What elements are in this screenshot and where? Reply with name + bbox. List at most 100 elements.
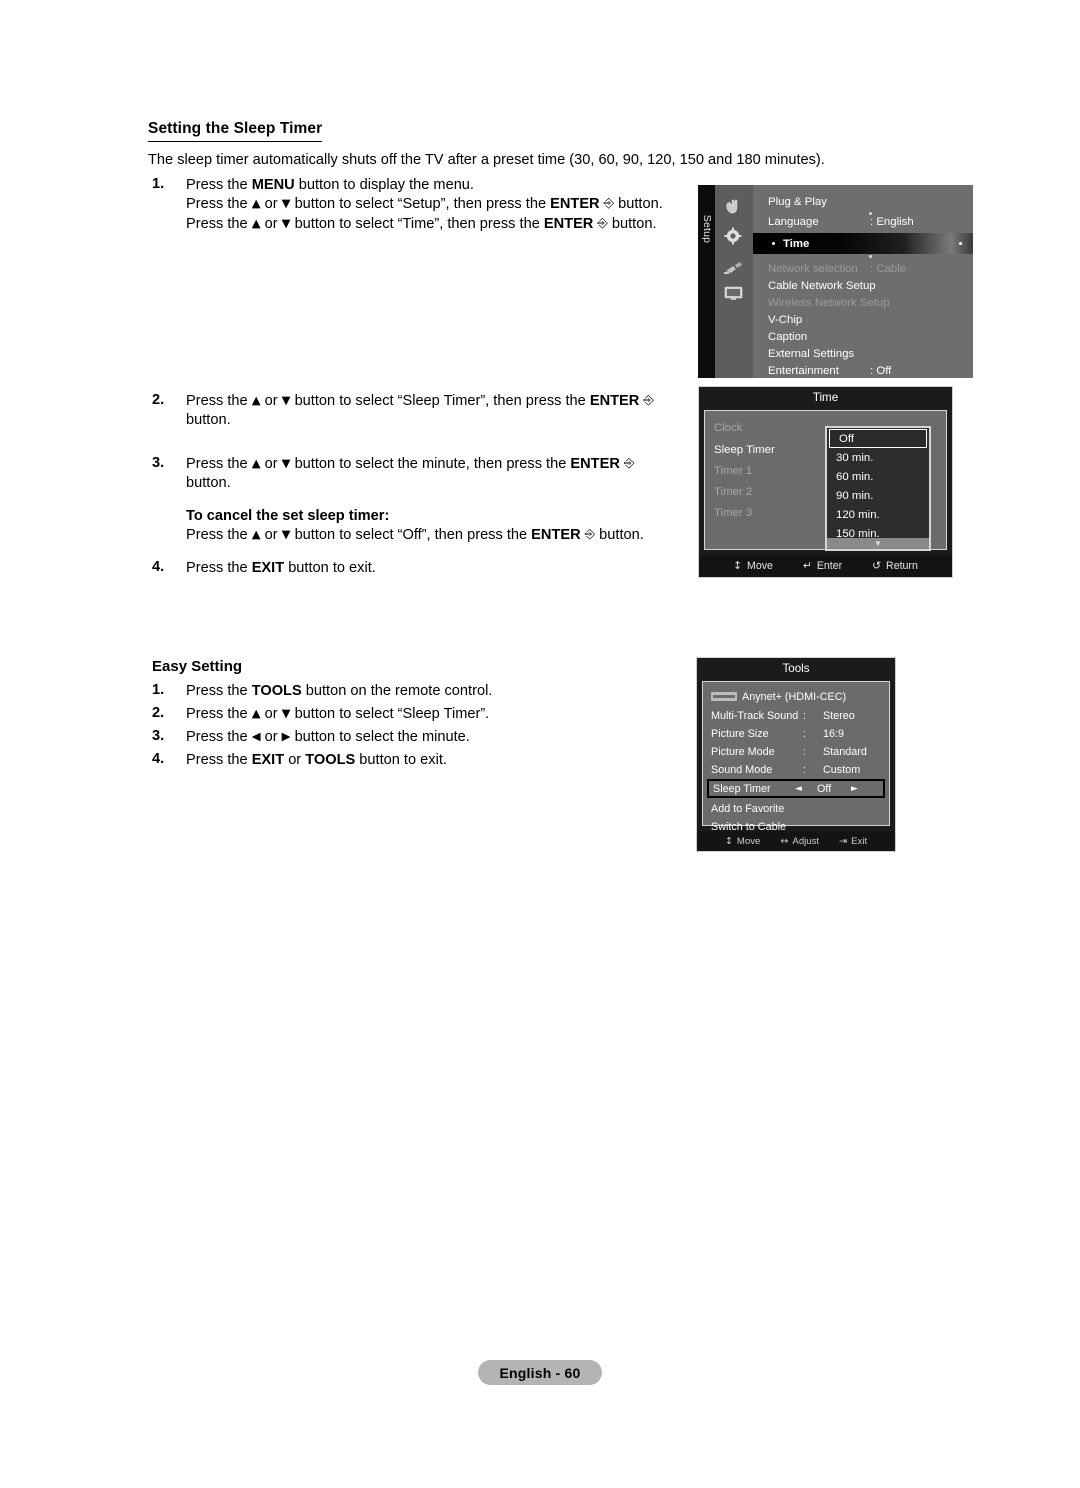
- setup-item-value: : Cable: [870, 262, 907, 275]
- step-4-body: Press the EXIT button to exit.: [186, 559, 376, 578]
- arrow-right-icon[interactable]: ►: [851, 784, 858, 794]
- step-1-body: Press the MENU button to display the men…: [186, 176, 663, 234]
- setup-item-label: External Settings: [768, 347, 855, 360]
- time-item-timer-3[interactable]: Timer 3 :: [714, 504, 829, 521]
- tools-item-multi-track-sound[interactable]: Multi-Track Sound : Stereo: [711, 707, 883, 724]
- easy-step-2: 2. Press the ▲ or ▼ button to select “Sl…: [152, 705, 697, 724]
- easy-step-3-number: 3.: [152, 728, 165, 744]
- tools-item-colon: :: [803, 709, 806, 722]
- setup-item-label: Entertainment: [768, 364, 839, 377]
- time-item-sleep-timer[interactable]: Sleep Timer :: [714, 441, 829, 458]
- time-item-label: Timer 2: [714, 485, 753, 498]
- setup-item-label: Plug & Play: [768, 195, 827, 208]
- setup-item-external-settings[interactable]: External Settings: [753, 345, 973, 362]
- tools-item-picture-size[interactable]: Picture Size : 16:9: [711, 725, 883, 742]
- step-1: 1. Press the MENU button to display the …: [152, 176, 712, 234]
- easy-step-4-body: Press the EXIT or TOOLS button to exit.: [186, 752, 447, 768]
- easy-step-4: 4. Press the EXIT or TOOLS button to exi…: [152, 751, 697, 770]
- dropdown-option-120min[interactable]: 120 min.: [827, 505, 929, 524]
- step-3-line-2: button.: [186, 475, 231, 492]
- setup-item-time[interactable]: Time: [753, 233, 973, 254]
- tools-item-label: Picture Mode: [711, 745, 775, 758]
- leftright-arrow-icon: ↔: [780, 835, 789, 847]
- step-1-line-1: Press the MENU button to display the men…: [186, 177, 474, 193]
- tools-item-label: Sound Mode: [711, 763, 773, 776]
- footer-exit: ⇥ Exit: [839, 835, 868, 847]
- step-3-body: Press the ▲ or ▼ button to select the mi…: [186, 455, 644, 546]
- step-2: 2. Press the ▲ or ▼ button to select “Sl…: [152, 392, 697, 431]
- time-menu-screenshot: Time Clock : Sleep Timer : Timer 1 : Tim…: [698, 386, 953, 578]
- arrow-left-icon[interactable]: ◄: [795, 784, 802, 794]
- tools-menu-footer: ↕ Move ↔ Adjust ⇥ Exit: [697, 831, 895, 851]
- setup-item-label: Time: [783, 237, 810, 250]
- exit-icon: ⇥: [839, 835, 848, 847]
- step-3-number: 3.: [152, 455, 165, 471]
- sleep-timer-dropdown[interactable]: Off 30 min. 60 min. 90 min. 120 min. 150…: [825, 426, 931, 551]
- setup-item-entertainment[interactable]: Entertainment : Off: [753, 362, 973, 378]
- footer-return: ↺ Return: [872, 560, 918, 572]
- dropdown-option-90min[interactable]: 90 min.: [827, 486, 929, 505]
- time-item-label: Clock: [714, 421, 743, 434]
- dropdown-option-label: 90 min.: [836, 489, 874, 502]
- easy-step-3: 3. Press the ◀ or ▶ button to select the…: [152, 728, 697, 747]
- time-item-label: Timer 3: [714, 506, 753, 519]
- tools-item-add-to-favorite[interactable]: Add to Favorite: [711, 800, 883, 817]
- setup-menu-screenshot: Setup Plug & Play Language: English Tim…: [698, 185, 973, 378]
- tools-item-sleep-timer[interactable]: Sleep Timer ◄ Off ►: [707, 779, 885, 798]
- selection-dot-left: [772, 242, 775, 245]
- tools-item-value: Stereo: [823, 709, 855, 722]
- setup-item-label: V-Chip: [768, 313, 803, 326]
- setup-item-label: Wireless Network Setup: [768, 296, 890, 309]
- time-menu-footer: ↕ Move ↵ Enter ↺ Return: [699, 555, 952, 577]
- anynet-logo-icon: [711, 692, 737, 701]
- setup-item-network-selection[interactable]: Network selection : Cable: [753, 260, 973, 277]
- step-4-line-1: Press the EXIT button to exit.: [186, 560, 376, 576]
- time-item-timer-2[interactable]: Timer 2 :: [714, 483, 829, 500]
- easy-step-2-body: Press the ▲ or ▼ button to select “Sleep…: [186, 706, 490, 722]
- footer-move: ↕ Move: [724, 835, 761, 847]
- easy-step-2-number: 2.: [152, 705, 165, 721]
- tools-item-colon: :: [803, 763, 806, 776]
- tools-item-picture-mode[interactable]: Picture Mode : Standard: [711, 743, 883, 760]
- step-1-line-2: Press the ▲ or ▼ button to select “Setup…: [186, 196, 663, 213]
- setup-item-label: Caption: [768, 330, 808, 343]
- setup-item-language[interactable]: Language : English: [753, 213, 973, 230]
- setup-item-plug-and-play[interactable]: Plug & Play: [753, 193, 973, 210]
- tools-item-colon: :: [803, 745, 806, 758]
- dropdown-option-60min[interactable]: 60 min.: [827, 467, 929, 486]
- step-1-line-3: Press the ▲ or ▼ button to select “Time”…: [186, 215, 657, 232]
- setup-item-v-chip[interactable]: V-Chip: [753, 311, 973, 328]
- chevron-down-icon[interactable]: ▼: [827, 538, 929, 549]
- step-4: 4. Press the EXIT button to exit.: [152, 559, 697, 578]
- time-item-clock[interactable]: Clock :: [714, 419, 829, 436]
- tools-item-value: Off: [817, 782, 832, 795]
- tools-item-value: Standard: [823, 745, 867, 758]
- plug-icon: [724, 262, 742, 274]
- dropdown-option-label: 30 min.: [836, 451, 874, 464]
- gear-icon: [724, 227, 742, 245]
- easy-step-3-body: Press the ◀ or ▶ button to select the mi…: [186, 729, 470, 745]
- page-title: Setting the Sleep Timer: [148, 120, 323, 142]
- tools-item-label: Add to Favorite: [711, 802, 785, 815]
- page-footer-badge: English - 60: [478, 1360, 602, 1385]
- setup-tab-label: Setup: [700, 214, 713, 244]
- time-item-label: Timer 1: [714, 464, 753, 477]
- step-3-line-1: Press the ▲ or ▼ button to select the mi…: [186, 456, 635, 472]
- cancel-note-title: To cancel the set sleep timer:: [186, 507, 390, 524]
- tools-menu-list: Anynet+ (HDMI-CEC) Multi-Track Sound : S…: [702, 681, 890, 833]
- tools-item-label: Picture Size: [711, 727, 769, 740]
- setup-item-wireless-network-setup[interactable]: Wireless Network Setup: [753, 294, 973, 311]
- selection-dot-right: [959, 242, 962, 245]
- setup-item-caption[interactable]: Caption: [753, 328, 973, 345]
- tools-item-value: 16:9: [823, 727, 845, 740]
- setup-item-label: Cable Network Setup: [768, 279, 876, 292]
- dropdown-option-off[interactable]: Off: [829, 429, 927, 448]
- tools-item-sound-mode[interactable]: Sound Mode : Custom: [711, 761, 883, 778]
- setup-item-label: Network selection: [768, 262, 858, 275]
- dropdown-option-30min[interactable]: 30 min.: [827, 448, 929, 467]
- time-item-timer-1[interactable]: Timer 1 :: [714, 462, 829, 479]
- step-4-number: 4.: [152, 559, 165, 575]
- tools-item-anynet[interactable]: Anynet+ (HDMI-CEC): [711, 688, 883, 705]
- cancel-note-line: Press the ▲ or ▼ button to select “Off”,…: [186, 527, 644, 544]
- setup-item-cable-network-setup[interactable]: Cable Network Setup: [753, 277, 973, 294]
